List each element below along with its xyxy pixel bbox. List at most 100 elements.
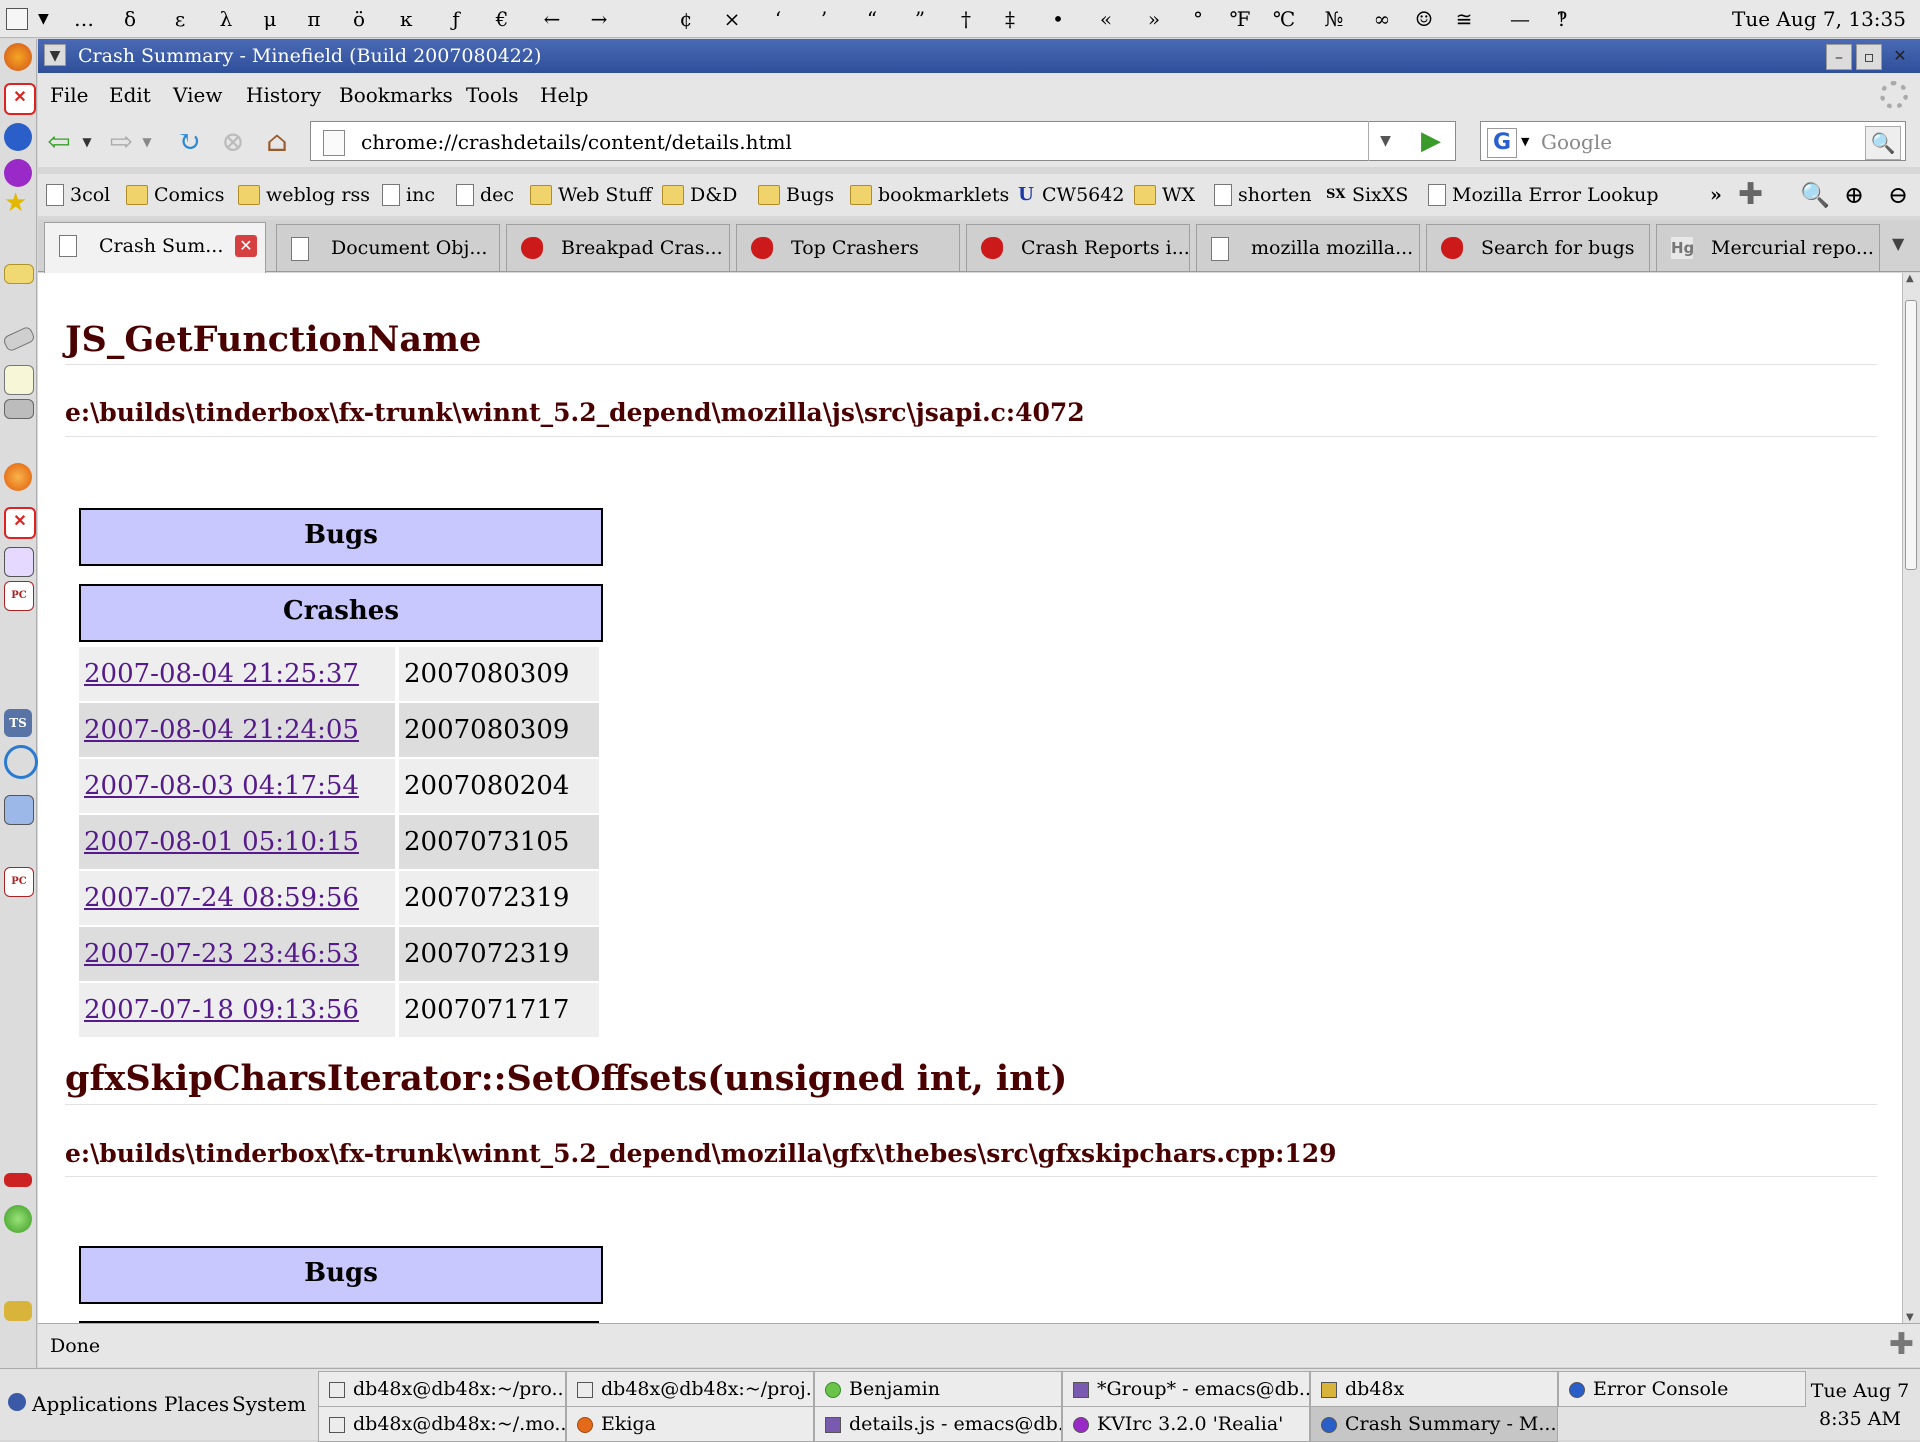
all-tabs-dropdown-icon[interactable]: ▼: [1892, 234, 1912, 253]
close-tab-icon[interactable]: ✕: [235, 235, 257, 257]
forward-history-dropdown-icon[interactable]: ▼: [138, 125, 156, 159]
special-char-button[interactable]: €: [488, 0, 516, 38]
menu-edit[interactable]: Edit: [109, 73, 151, 117]
search-engine-dropdown-icon[interactable]: ▼: [1521, 122, 1529, 162]
special-char-button[interactable]: ”: [906, 0, 934, 38]
task-terminal-2[interactable]: db48x@db48x:~/proj...: [566, 1371, 814, 1407]
pc-launcher-icon[interactable]: PC: [4, 581, 34, 611]
special-char-button[interactable]: №: [1320, 0, 1348, 38]
special-char-button[interactable]: ε: [166, 0, 194, 38]
windows-launcher-icon[interactable]: [4, 547, 34, 577]
panel-menu-icon[interactable]: [6, 8, 28, 30]
bookmark-folder-bugs[interactable]: Bugs: [758, 174, 834, 216]
bookmark-folder-comics[interactable]: Comics: [126, 174, 224, 216]
ts-launcher-icon[interactable]: TS: [4, 709, 32, 737]
menu-tools[interactable]: Tools: [466, 73, 519, 117]
bookmarks-overflow-button[interactable]: »: [1710, 174, 1722, 216]
special-char-button[interactable]: °: [1184, 0, 1212, 38]
bookmark-3col[interactable]: 3col: [46, 174, 110, 216]
special-char-button[interactable]: ×: [718, 0, 746, 38]
bookmark-sixxs[interactable]: SX SixXS: [1326, 174, 1408, 216]
special-char-button[interactable]: •: [1044, 0, 1072, 38]
applications-menu[interactable]: Applications: [32, 1387, 158, 1421]
special-char-button[interactable]: ☺: [1410, 0, 1438, 38]
forward-button[interactable]: ⇨: [104, 125, 138, 159]
crash-report-link[interactable]: 2007-08-03 04:17:54: [84, 771, 359, 801]
bookmark-folder-bookmarklets[interactable]: bookmarklets: [850, 174, 1009, 216]
back-button[interactable]: ⇦: [42, 125, 76, 159]
tab-crash-summary[interactable]: Crash Sum... ✕: [44, 222, 266, 273]
tab-crash-reports[interactable]: Crash Reports i...: [966, 224, 1190, 271]
special-char-button[interactable]: ←: [538, 0, 566, 38]
top-clock[interactable]: Tue Aug 7, 13:35: [1732, 0, 1906, 38]
tab-breakpad-crash[interactable]: Breakpad Cras...: [506, 224, 730, 271]
app-launcher-icon[interactable]: [4, 159, 32, 187]
system-menu[interactable]: System: [232, 1387, 306, 1421]
thunderbird-launcher-icon[interactable]: [4, 123, 32, 151]
tab-search-for-bugs[interactable]: Search for bugs: [1426, 224, 1650, 271]
scroll-down-icon[interactable]: ▼: [1906, 1312, 1914, 1323]
places-menu[interactable]: Places: [164, 1387, 229, 1421]
special-char-button[interactable]: …: [70, 0, 98, 38]
zoom-in-icon[interactable]: ⊕: [1844, 174, 1864, 216]
special-char-button[interactable]: ‽: [1548, 0, 1576, 38]
reload-button[interactable]: ↻: [172, 125, 206, 159]
special-char-button[interactable]: ≅: [1450, 0, 1478, 38]
close-window-button[interactable]: ✕: [1888, 44, 1912, 68]
special-char-button[interactable]: ö: [345, 0, 373, 38]
bookmark-inc[interactable]: inc: [382, 174, 435, 216]
home-button[interactable]: ⌂: [260, 125, 294, 159]
special-char-button[interactable]: λ: [212, 0, 240, 38]
special-char-button[interactable]: π: [300, 0, 328, 38]
bookmark-folder-web-stuff[interactable]: Web Stuff: [530, 174, 652, 216]
task-crash-summary[interactable]: Crash Summary - M...: [1310, 1406, 1558, 1442]
special-char-button[interactable]: ƒ: [442, 0, 470, 38]
task-error-console[interactable]: Error Console: [1558, 1371, 1806, 1407]
star-launcher-icon[interactable]: ★: [4, 189, 32, 217]
crash-report-link[interactable]: 2007-07-18 09:13:56: [84, 995, 359, 1025]
special-char-button[interactable]: “: [858, 0, 886, 38]
status-launcher-icon[interactable]: [4, 1205, 32, 1233]
url-text[interactable]: chrome://crashdetails/content/details.ht…: [361, 122, 792, 162]
task-kvirc[interactable]: KVIrc 3.2.0 'Realia': [1062, 1406, 1310, 1442]
special-char-button[interactable]: ¢: [672, 0, 700, 38]
close2-launcher-icon[interactable]: ✕: [4, 507, 36, 539]
eraser-launcher-icon[interactable]: [2, 325, 36, 353]
bookmark-shorten[interactable]: shorten: [1214, 174, 1312, 216]
task-terminal-1[interactable]: db48x@db48x:~/pro...: [318, 1371, 566, 1407]
panel-clock[interactable]: Tue Aug 7 8:35 AM: [1810, 1377, 1910, 1433]
maximize-button[interactable]: ▫: [1856, 44, 1882, 70]
notes-launcher-icon[interactable]: [4, 264, 34, 284]
crash-report-link[interactable]: 2007-08-04 21:25:37: [84, 659, 359, 689]
scroll-up-icon[interactable]: ▲: [1906, 273, 1914, 284]
special-char-button[interactable]: ℉: [1226, 0, 1254, 38]
special-char-button[interactable]: ’: [810, 0, 838, 38]
special-char-button[interactable]: «: [1092, 0, 1120, 38]
bookmark-mozilla-error-lookup[interactable]: Mozilla Error Lookup: [1428, 174, 1659, 216]
crash-report-link[interactable]: 2007-08-01 05:10:15: [84, 827, 359, 857]
crash-report-link[interactable]: 2007-07-23 23:46:53: [84, 939, 359, 969]
menu-help[interactable]: Help: [540, 73, 588, 117]
special-char-button[interactable]: →: [585, 0, 613, 38]
monitor-launcher-icon[interactable]: [4, 795, 34, 825]
add-bookmark-icon[interactable]: ✚: [1738, 174, 1763, 216]
scrollbar-thumb[interactable]: [1905, 300, 1917, 570]
go-button[interactable]: ▶: [1412, 124, 1450, 158]
crash-report-link[interactable]: 2007-08-04 21:24:05: [84, 715, 359, 745]
bookmark-cw5642[interactable]: U CW5642: [1016, 174, 1124, 216]
search-input[interactable]: Google: [1541, 122, 1612, 162]
search-bar[interactable]: G ▼ Google 🔍: [1480, 121, 1906, 161]
special-char-button[interactable]: —: [1506, 0, 1534, 38]
task-benjamin[interactable]: Benjamin: [814, 1371, 1062, 1407]
bookmark-folder-weblog-rss[interactable]: weblog rss: [238, 174, 370, 216]
task-terminal-3[interactable]: db48x@db48x:~/.mo...: [318, 1406, 566, 1442]
tab-document-object[interactable]: Document Obj...: [276, 224, 500, 271]
menu-history[interactable]: History: [246, 73, 321, 117]
tab-mozilla-mozilla[interactable]: mozilla mozilla...: [1196, 224, 1420, 271]
search-icon[interactable]: 🔍: [1865, 126, 1901, 160]
sync-launcher-icon[interactable]: [4, 745, 38, 779]
minimize-button[interactable]: –: [1826, 44, 1852, 70]
pc2-launcher-icon[interactable]: PC: [4, 867, 34, 897]
crash-report-link[interactable]: 2007-07-24 08:59:56: [84, 883, 359, 913]
special-char-button[interactable]: ‘: [764, 0, 792, 38]
